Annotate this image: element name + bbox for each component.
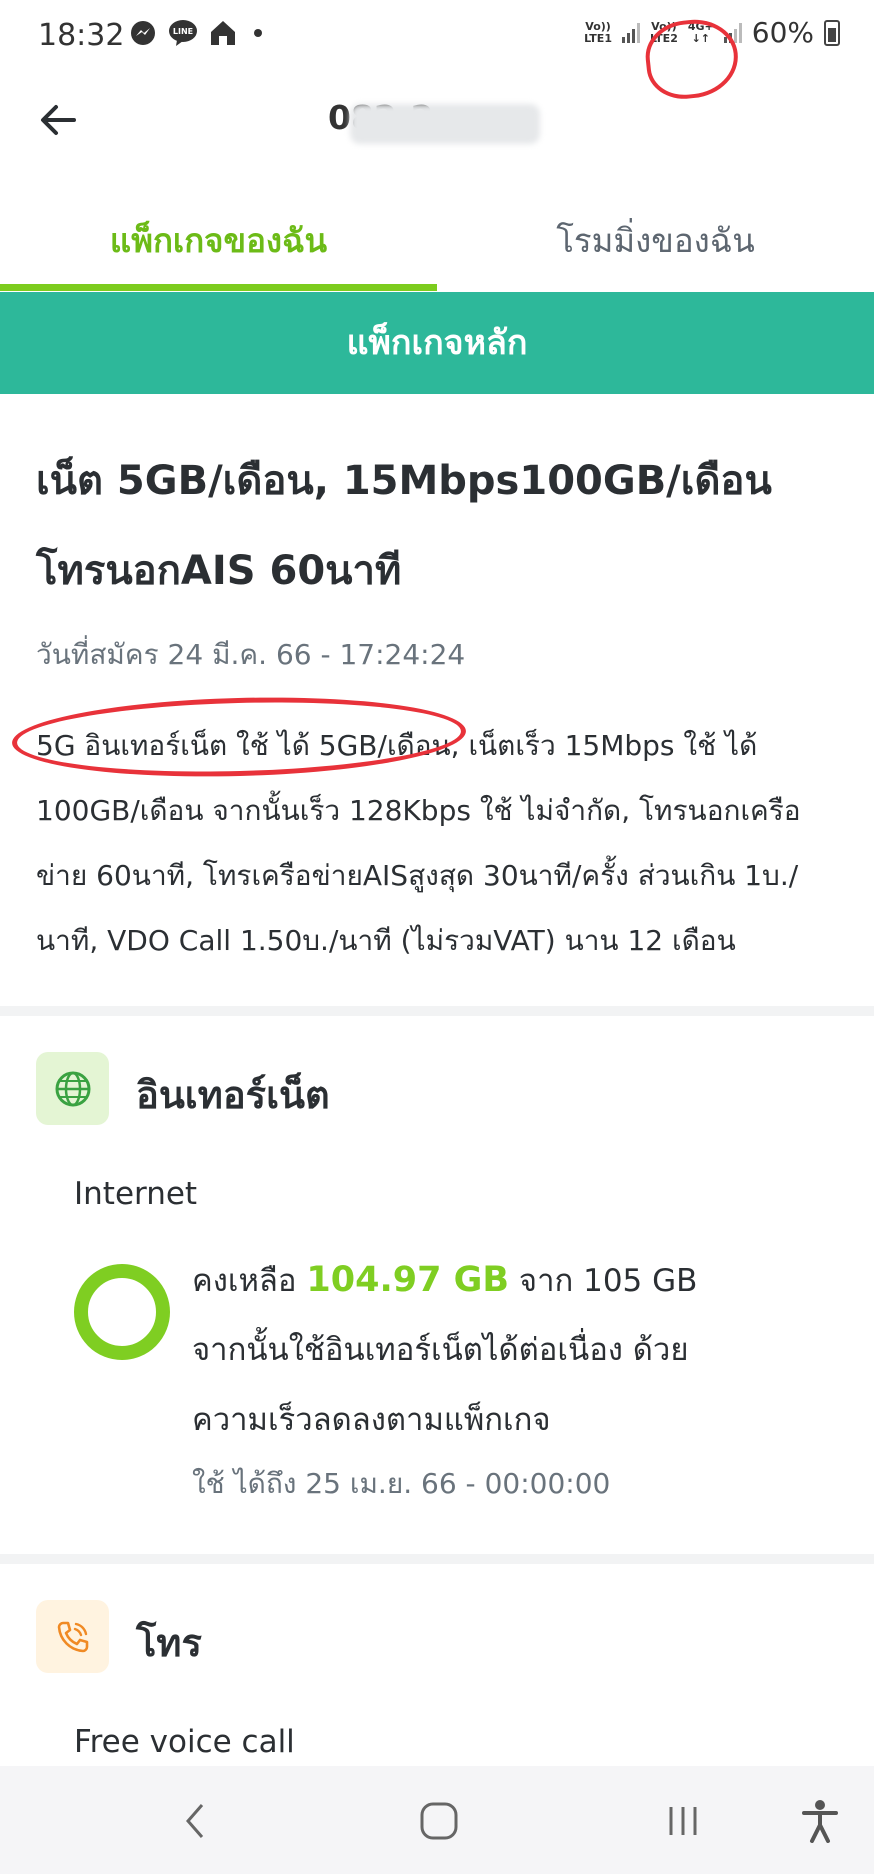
accessibility-icon (802, 1800, 838, 1843)
chevron-left-icon (186, 1804, 204, 1838)
subscribe-date: วันที่สมัคร 24 มี.ค. 66 - 17:24:24 (36, 638, 466, 671)
internet-icon-box (36, 1052, 109, 1125)
speed-note-line1: จากนั้นใช้อินเทอร์เน็ตได้ต่อเนื่อง ด้วย (192, 1332, 689, 1368)
sim1-tag-top: Vo)) (585, 19, 611, 33)
tab-bar: แพ็กเกจของฉัน โรมมิ่งของฉัน (0, 198, 874, 292)
section-divider (0, 1006, 874, 1016)
nav-back-button[interactable] (170, 1796, 220, 1846)
status-bar: 18:32 LINE Vo)) LTE1 Vo)) LTE2 4G+ ↓↑ 60… (0, 0, 874, 103)
data-remaining-ring (74, 1264, 170, 1360)
active-tab-indicator (0, 284, 437, 291)
back-button[interactable] (36, 98, 80, 142)
remaining-value: 104.97 GB (306, 1260, 510, 1300)
tab-my-roaming[interactable]: โรมมิ่งของฉัน (437, 198, 874, 292)
nav-accessibility-button[interactable] (795, 1796, 845, 1846)
system-nav-bar (0, 1766, 874, 1874)
nav-recents-button[interactable] (658, 1796, 708, 1846)
sim1-volte-tag: Vo)) LTE1 (584, 19, 612, 45)
messenger-icon (128, 18, 158, 48)
recents-icon (669, 1807, 697, 1835)
home-app-icon (208, 18, 238, 48)
call-sub-label: Free voice call (74, 1724, 295, 1760)
internet-section-title: อินเทอร์เน็ต (136, 1073, 330, 1117)
redaction-blur (350, 104, 540, 144)
call-section-title: โทร (136, 1621, 202, 1665)
main-package-banner: แพ็กเกจหลัก (0, 292, 874, 394)
app-header: 082-2 (0, 80, 874, 160)
valid-until: ใช้ ได้ถึง 25 เม.ย. 66 - 00:00:00 (192, 1467, 611, 1500)
phone-icon (57, 1621, 88, 1652)
internet-sub-label: Internet (74, 1176, 198, 1212)
svg-text:LINE: LINE (173, 27, 193, 36)
tab-my-package[interactable]: แพ็กเกจของฉัน (0, 198, 437, 292)
sim1-tag-bottom: LTE1 (584, 31, 612, 45)
battery-percent: 60% (751, 16, 814, 49)
call-icon-box (36, 1600, 109, 1673)
sim1-signal-icon (621, 22, 640, 43)
battery-icon (824, 19, 840, 46)
remaining-suffix: จาก 105 GB (518, 1263, 698, 1299)
globe-icon (55, 1071, 90, 1106)
more-notifications-dot (254, 29, 262, 37)
line-app-icon: LINE (168, 18, 198, 48)
notification-icons: LINE (128, 18, 262, 48)
tab-my-package-label: แพ็กเกจของฉัน (109, 221, 328, 260)
remaining-line: คงเหลือ 104.97 GB จาก 105 GB (192, 1255, 697, 1305)
section-divider (0, 1554, 874, 1564)
tab-my-roaming-label: โรมมิ่งของฉัน (556, 221, 755, 260)
status-time: 18:32 (38, 18, 125, 53)
package-title: เน็ต 5GB/เดือน, 15Mbps100GB/เดือน โทรนอก… (36, 458, 772, 594)
nav-home-button[interactable] (414, 1796, 464, 1846)
home-square-icon (420, 1802, 458, 1840)
arrow-left-icon (41, 105, 76, 135)
speed-note-line2: ความเร็วลดลงตามแพ็กเกจ (192, 1402, 551, 1438)
remaining-prefix: คงเหลือ (192, 1263, 297, 1299)
